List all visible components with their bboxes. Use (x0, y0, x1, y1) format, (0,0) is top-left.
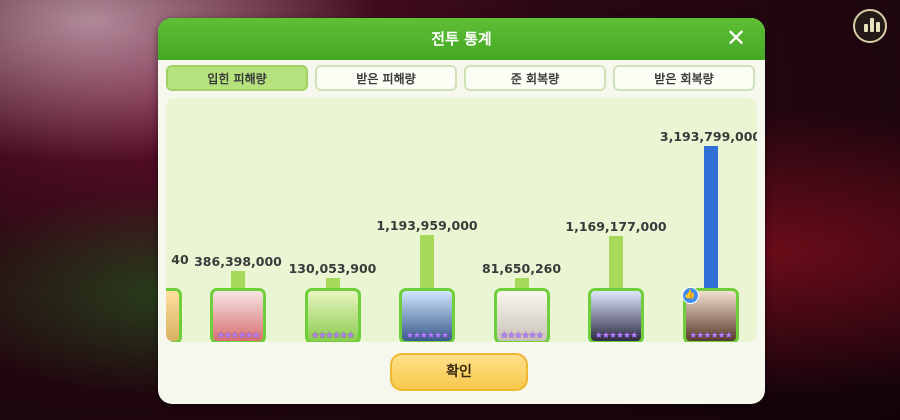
damage-value-label: 1,169,177,000 (565, 219, 667, 235)
star-rating-icon: ★★★★★★ (689, 331, 732, 341)
star-rating-icon: ★★★★★★ (500, 331, 543, 341)
tab-healing-done[interactable]: 준 회복량 (464, 65, 606, 91)
dialog-header: 전투 통계 ✕ (158, 18, 765, 60)
bar-chart-icon-bar (870, 18, 874, 32)
damage-value-label: 3,193,799,000 (659, 129, 757, 144)
tab-healing-received[interactable]: 받은 회복량 (613, 65, 755, 91)
battle-stats-dialog: 전투 통계 ✕ 입힌 피해량 받은 피해량 준 회복량 받은 회복량 40 38… (158, 18, 765, 404)
stats-toggle-button[interactable] (853, 9, 887, 43)
damage-bar (514, 278, 529, 288)
damage-bar (420, 234, 434, 288)
character-portrait[interactable]: ★★★★★★ (399, 288, 455, 342)
dialog-title: 전투 통계 (431, 30, 492, 48)
stats-tabs: 입힌 피해량 받은 피해량 준 회복량 받은 회복량 (166, 65, 757, 91)
character-portrait[interactable]: ★★★★★★ (210, 288, 266, 342)
bar-chart-icon (864, 24, 868, 32)
character-portrait[interactable]: ★★★★★★ (493, 288, 550, 342)
damage-value-label: 1,193,959,000 (376, 217, 478, 233)
bar-chart-icon-bar (876, 22, 880, 32)
damage-bar (325, 278, 340, 288)
damage-value-label: 386,398,000 (194, 253, 282, 269)
star-rating-icon: ★★★★★★ (405, 331, 449, 341)
partial-value-label: 40 (171, 252, 189, 267)
character-portrait[interactable]: ★★★★★★ (304, 288, 361, 342)
close-button[interactable]: ✕ (721, 23, 751, 53)
damage-bar (231, 270, 245, 288)
damage-value-label: 81,650,260 (481, 261, 562, 276)
damage-value-label: 130,053,900 (288, 261, 377, 276)
star-rating-icon: ★★★★★★ (311, 331, 354, 341)
character-portrait[interactable]: ★★★★★★ 👍 (681, 287, 739, 342)
tab-damage-taken[interactable]: 받은 피해량 (315, 65, 457, 91)
star-rating-icon: ★★★★★★ (216, 331, 260, 341)
damage-bar (609, 236, 623, 288)
confirm-button[interactable]: 확인 (390, 353, 528, 391)
character-portrait-partial (166, 288, 182, 342)
damage-bar (703, 146, 718, 288)
star-rating-icon: ★★★★★★ (594, 331, 638, 341)
character-portrait[interactable]: ★★★★★★ (588, 288, 644, 342)
mvp-thumbs-up-icon: 👍 (681, 287, 699, 304)
damage-chart: 40 386,398,000 ★★★★★★ 130,053,900 ★★★★★★ 1,1… (166, 98, 757, 342)
tab-damage-dealt[interactable]: 입힌 피해량 (166, 65, 308, 91)
